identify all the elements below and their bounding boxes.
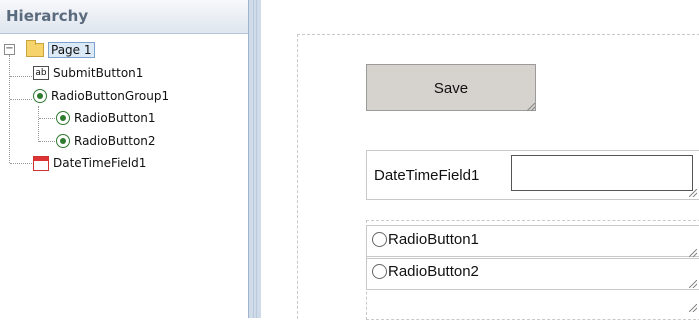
- radio-button-1-label: RadioButton1: [388, 231, 479, 248]
- datetime-input[interactable]: [511, 155, 693, 191]
- tree-node-label: RadioButton2: [74, 134, 156, 148]
- calendar-icon: [33, 155, 49, 171]
- hierarchy-header: Hierarchy: [0, 0, 248, 34]
- tree-line: [39, 141, 55, 142]
- tree-node-label: RadioButtonGroup1: [51, 89, 170, 103]
- radio-button-2-label: RadioButton2: [388, 263, 479, 280]
- panel-title: Hierarchy: [6, 7, 89, 25]
- folder-icon: [26, 40, 44, 57]
- ab-text-icon: ab: [33, 66, 49, 80]
- tree-line: [39, 118, 55, 119]
- radio-icon: [56, 111, 70, 125]
- save-button[interactable]: Save: [366, 64, 536, 111]
- resize-handle-icon[interactable]: [689, 189, 697, 197]
- radio-icon: [56, 134, 70, 148]
- hierarchy-panel: Hierarchy − Page 1 ab SubmitButton1 Radi…: [0, 0, 249, 318]
- radio-icon: [33, 89, 47, 103]
- tree-node-label: DateTimeField1: [53, 156, 147, 170]
- resize-handle-icon[interactable]: [689, 280, 697, 288]
- tree-node-radiobutton2[interactable]: RadioButton2: [56, 131, 156, 151]
- radio-circle-icon: [372, 232, 387, 247]
- resize-handle-icon[interactable]: [689, 304, 697, 312]
- radio-button-2[interactable]: RadioButton2: [372, 263, 479, 280]
- tree-line: [10, 99, 32, 100]
- radio-button-1[interactable]: RadioButton1: [372, 231, 479, 248]
- resize-handle-icon[interactable]: [527, 103, 535, 111]
- tree-node-submitbutton[interactable]: ab SubmitButton1: [33, 63, 143, 83]
- tree-line: [9, 55, 10, 163]
- tree-line: [10, 163, 32, 164]
- datetime-label: DateTimeField1: [374, 167, 480, 184]
- tree-node-label: SubmitButton1: [53, 66, 144, 80]
- tree-node-page[interactable]: Page 1: [26, 40, 95, 60]
- collapse-toggle[interactable]: −: [4, 44, 15, 55]
- tree-node-radiobutton1[interactable]: RadioButton1: [56, 108, 156, 128]
- tree-line: [38, 106, 39, 142]
- tree-node-datetimefield[interactable]: DateTimeField1: [33, 153, 146, 173]
- tree-line: [10, 76, 32, 77]
- tree-node-radiogroup[interactable]: RadioButtonGroup1: [33, 86, 169, 106]
- resize-handle-icon[interactable]: [689, 249, 697, 257]
- tree-node-label: Page 1: [48, 42, 95, 58]
- tree-node-label: RadioButton1: [74, 111, 156, 125]
- radio-circle-icon: [372, 264, 387, 279]
- panel-splitter[interactable]: [249, 0, 261, 318]
